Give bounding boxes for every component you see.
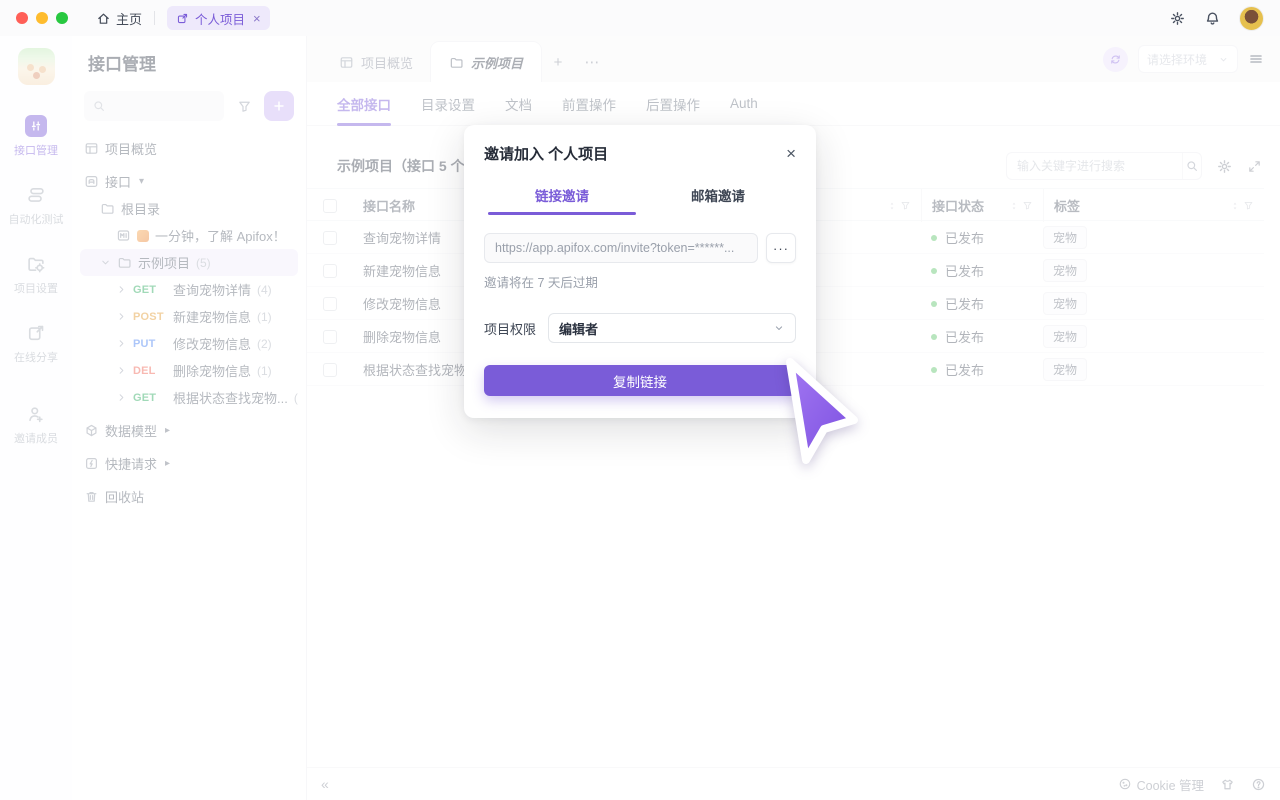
permission-value: 编辑者 bbox=[559, 319, 598, 338]
modal-title: 邀请加入 个人项目 bbox=[484, 143, 608, 164]
window-controls bbox=[16, 12, 68, 24]
close-window-button[interactable] bbox=[16, 12, 28, 24]
divider bbox=[154, 11, 155, 25]
home-icon bbox=[96, 11, 111, 26]
user-avatar[interactable] bbox=[1239, 6, 1264, 31]
home-label: 主页 bbox=[116, 9, 142, 28]
apifox-window: 主页 个人项目 × 接口管理自动化测试项目设置在线分享邀请成员 接口管理 bbox=[0, 0, 1280, 800]
invite-link-input[interactable]: https://app.apifox.com/invite?token=****… bbox=[484, 233, 758, 263]
bell-icon[interactable] bbox=[1204, 10, 1221, 27]
invite-modal: 邀请加入 个人项目 × 链接邀请邮箱邀请 https://app.apifox.… bbox=[464, 125, 816, 418]
permission-label: 项目权限 bbox=[484, 319, 536, 338]
pointer-cursor bbox=[778, 352, 868, 470]
permission-select[interactable]: 编辑者 bbox=[548, 313, 796, 343]
expire-note: 邀请将在 7 天后过期 bbox=[484, 272, 796, 291]
gear-icon[interactable] bbox=[1169, 10, 1186, 27]
minimize-window-button[interactable] bbox=[36, 12, 48, 24]
invite-tab-链接邀请[interactable]: 链接邀请 bbox=[484, 174, 640, 215]
chevron-down-icon bbox=[773, 322, 785, 334]
invite-tabs: 链接邀请邮箱邀请 bbox=[464, 174, 816, 215]
link-options-button[interactable]: ··· bbox=[766, 233, 796, 263]
close-tab-icon[interactable]: × bbox=[253, 11, 261, 26]
invite-tab-邮箱邀请[interactable]: 邮箱邀请 bbox=[640, 174, 796, 215]
title-bar: 主页 个人项目 × bbox=[0, 0, 1280, 36]
home-button[interactable]: 主页 bbox=[96, 9, 142, 28]
copy-link-button[interactable]: 复制链接 bbox=[484, 365, 796, 396]
project-tab[interactable]: 个人项目 × bbox=[167, 6, 270, 30]
modal-close-icon[interactable]: × bbox=[786, 145, 796, 162]
zoom-window-button[interactable] bbox=[56, 12, 68, 24]
project-tab-label: 个人项目 bbox=[195, 9, 245, 28]
share-tab-icon bbox=[176, 12, 189, 25]
